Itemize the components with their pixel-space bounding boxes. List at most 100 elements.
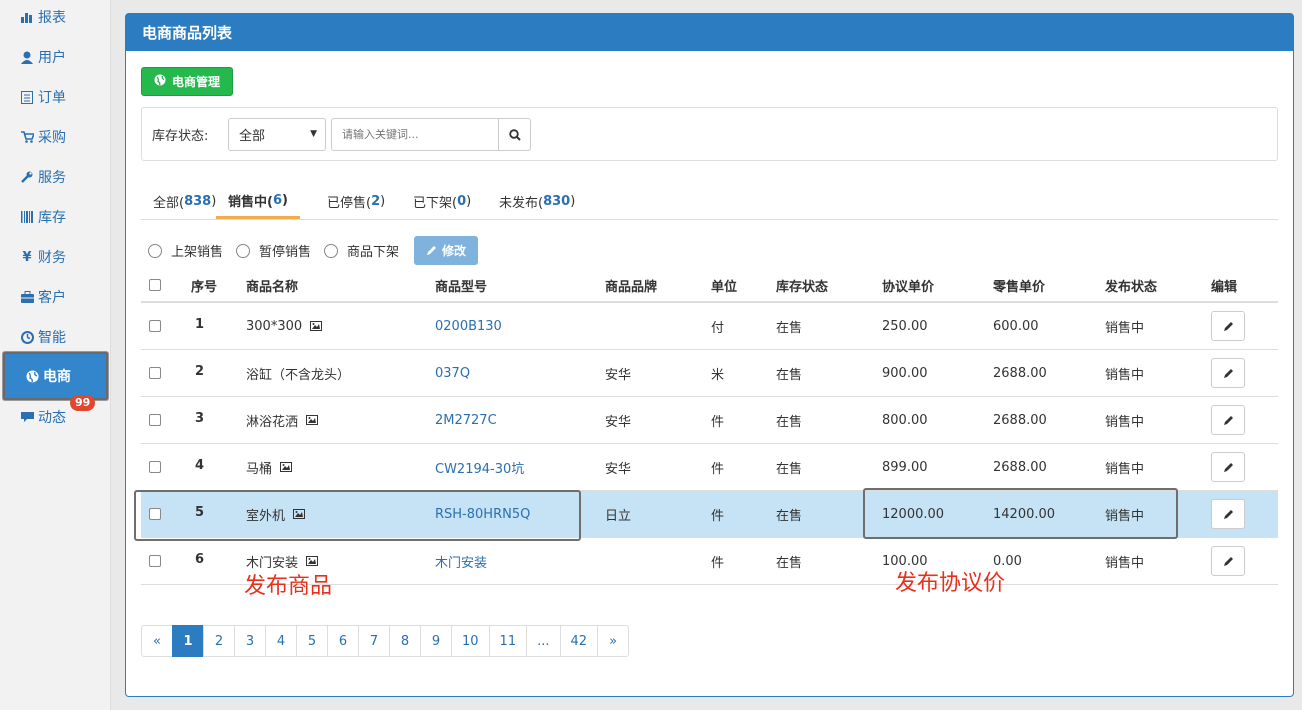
page-link[interactable]: 3	[234, 625, 266, 657]
row-checkbox[interactable]	[149, 367, 161, 379]
page-link[interactable]: 42	[559, 625, 599, 657]
sidebar-item-activity[interactable]: 动态 99	[0, 395, 110, 437]
sidebar-item-ecommerce[interactable]: 电商	[3, 352, 108, 400]
search-icon	[508, 128, 521, 141]
filter-bar: 库存状态: 全部 ▼	[141, 107, 1278, 161]
row-select[interactable]	[149, 397, 161, 443]
radio-button[interactable]	[148, 243, 162, 258]
sidebar-item-finance[interactable]: ¥ 财务	[0, 237, 110, 277]
page-prev[interactable]: «	[141, 625, 173, 657]
publish-status-text: 销售中	[1105, 320, 1145, 336]
tab-discontinued[interactable]: 已停售(2)	[315, 184, 397, 218]
radio-button[interactable]	[236, 243, 251, 258]
row-select[interactable]	[149, 350, 161, 396]
tab-label-end: )	[282, 192, 288, 208]
user-icon	[20, 50, 34, 64]
search-button[interactable]	[498, 118, 531, 151]
edit-cell	[1211, 538, 1245, 584]
tab-label: 已下架(	[413, 195, 458, 211]
sidebar-item-label: 客户	[38, 290, 66, 306]
stock-status-select[interactable]: 全部 ▼	[228, 118, 326, 151]
page-next[interactable]: »	[597, 625, 630, 657]
header-edit: 编辑	[1211, 279, 1238, 295]
product-model-link[interactable]: 037Q	[435, 350, 470, 396]
page-link[interactable]: 11	[488, 625, 528, 657]
row-checkbox[interactable]	[149, 461, 161, 473]
tab-on-sale[interactable]: 销售中(6)	[216, 184, 300, 219]
row-checkbox[interactable]	[149, 320, 161, 332]
page-link[interactable]: 7	[358, 625, 390, 657]
edit-row-button[interactable]	[1211, 405, 1245, 435]
product-model-link[interactable]: 木门安装	[435, 538, 487, 584]
publish-status-text: 销售中	[1105, 461, 1145, 477]
product-unit-text: 件	[711, 508, 725, 524]
sidebar-item-inventory[interactable]: 库存	[0, 197, 110, 237]
page-link[interactable]: 8	[389, 625, 421, 657]
product-brand: 日立	[605, 491, 631, 537]
stock-status-text: 在售	[776, 508, 803, 524]
sidebar-item-service[interactable]: 服务	[0, 157, 110, 197]
radio-pause-sale[interactable]: 暂停销售	[236, 241, 311, 260]
modify-button[interactable]: 修改	[414, 236, 479, 265]
tab-unpublished[interactable]: 未发布(830)	[487, 184, 587, 218]
row-checkbox[interactable]	[149, 555, 161, 567]
select-all-header[interactable]	[149, 270, 161, 300]
tab-label-end: )	[466, 193, 472, 209]
row-checkbox[interactable]	[149, 414, 161, 426]
edit-row-button[interactable]	[1211, 546, 1245, 576]
tab-off-shelf[interactable]: 已下架(0)	[401, 184, 483, 218]
edit-row-button[interactable]	[1211, 452, 1245, 482]
row-select[interactable]	[149, 303, 161, 349]
image-icon[interactable]	[280, 462, 293, 472]
retail-price-text: 600.00	[993, 318, 1039, 334]
product-unit: 件	[711, 491, 724, 537]
page-link[interactable]: ...	[526, 625, 561, 657]
edit-row-button[interactable]	[1211, 311, 1245, 341]
radio-off-shelf[interactable]: 商品下架	[324, 241, 399, 260]
barcode-icon	[20, 210, 34, 224]
page-link[interactable]: 5	[296, 625, 328, 657]
product-model-link[interactable]: 0200B130	[435, 303, 502, 349]
header-status: 发布状态	[1105, 279, 1158, 295]
retail-price: 2688.00	[993, 350, 1047, 396]
sidebar: 报表 用户 订单 采购 服务 库存 ¥ 财务 客户 智能 电商 动态 99	[0, 0, 111, 710]
bar-chart-icon	[20, 10, 34, 24]
row-number: 3	[195, 397, 204, 443]
row-select[interactable]	[149, 538, 161, 584]
sidebar-item-purchase[interactable]: 采购	[0, 117, 110, 157]
sidebar-item-users[interactable]: 用户	[0, 37, 110, 77]
radio-label: 商品下架	[347, 245, 400, 260]
header-brand: 商品品牌	[605, 279, 658, 295]
image-icon[interactable]	[306, 415, 319, 425]
sidebar-item-reports[interactable]: 报表	[0, 0, 110, 37]
image-icon[interactable]	[306, 556, 319, 566]
stock-status-text: 在售	[776, 367, 803, 383]
ecommerce-manage-button[interactable]: 电商管理	[141, 67, 234, 96]
page-link[interactable]: 1	[172, 625, 204, 657]
product-brand-text: 安华	[605, 461, 632, 477]
page-link[interactable]: 9	[420, 625, 452, 657]
product-model-link[interactable]: CW2194-30坑	[435, 444, 524, 490]
edit-row-button[interactable]	[1211, 499, 1245, 529]
page-link[interactable]: 6	[327, 625, 359, 657]
sidebar-item-customers[interactable]: 客户	[0, 277, 110, 317]
product-model-link[interactable]: 2M2727C	[435, 397, 497, 443]
row-select[interactable]	[149, 444, 161, 490]
tab-count: 2	[371, 193, 381, 209]
page-link[interactable]: 10	[451, 625, 490, 657]
product-name-text: 300*300	[246, 318, 303, 334]
page-link[interactable]: 2	[203, 625, 235, 657]
edit-row-button[interactable]	[1211, 358, 1245, 388]
select-all-checkbox[interactable]	[149, 279, 161, 291]
page-link[interactable]: 4	[265, 625, 297, 657]
keyword-search-input[interactable]	[331, 118, 499, 151]
sidebar-item-smart[interactable]: 智能	[0, 317, 110, 357]
retail-price: 2688.00	[993, 444, 1047, 490]
image-icon[interactable]	[310, 321, 323, 331]
radio-on-sale[interactable]: 上架销售	[148, 241, 223, 260]
tab-count: 830	[543, 193, 571, 209]
radio-button[interactable]	[324, 243, 339, 258]
sidebar-item-orders[interactable]: 订单	[0, 77, 110, 117]
header-no: 序号	[191, 279, 218, 295]
retail-price: 600.00	[993, 303, 1039, 349]
